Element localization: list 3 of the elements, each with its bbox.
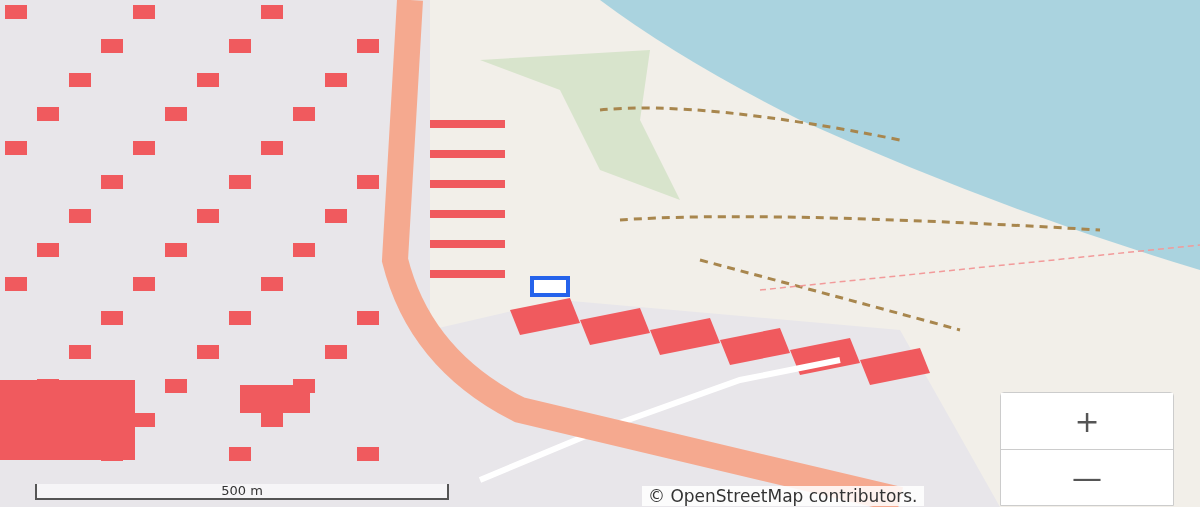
map-drawing[interactable] (0, 0, 1200, 507)
scale-bar: 500 m (35, 484, 449, 500)
attribution-text: © OpenStreetMap contributors. (642, 486, 924, 506)
